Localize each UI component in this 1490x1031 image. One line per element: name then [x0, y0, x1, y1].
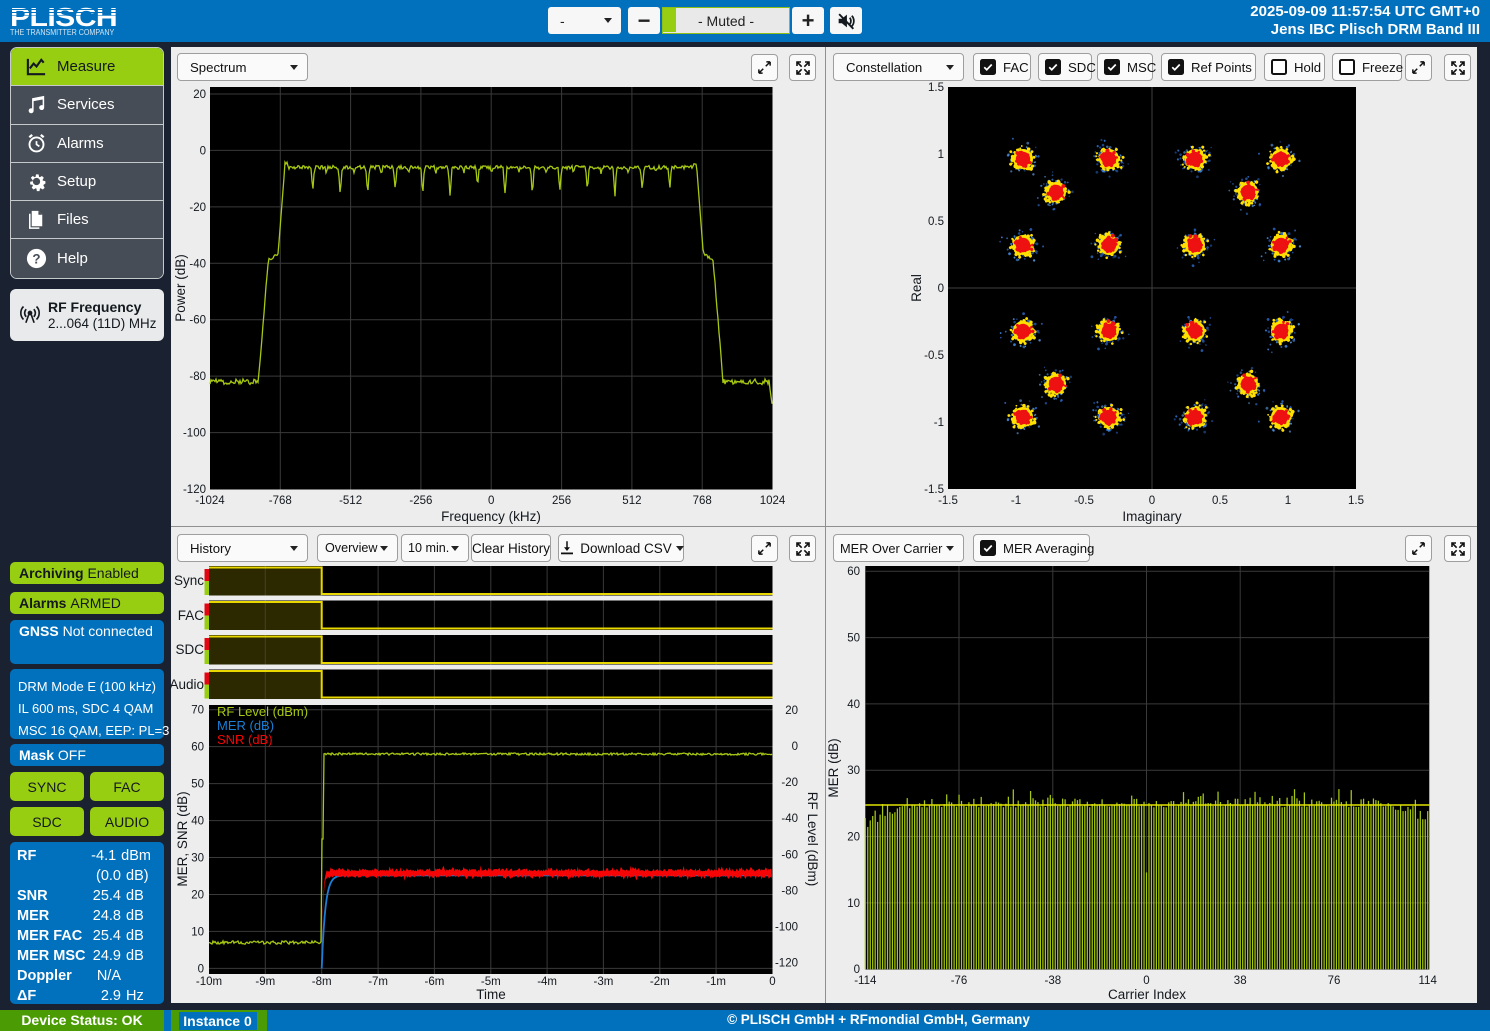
svg-text:0: 0 — [488, 495, 494, 507]
svg-text:-120: -120 — [775, 958, 798, 970]
svg-text:0: 0 — [792, 741, 798, 753]
svg-text:-1: -1 — [934, 417, 944, 429]
svg-text:-100: -100 — [775, 922, 798, 934]
svg-text:0: 0 — [1149, 495, 1155, 507]
svg-text:0: 0 — [769, 976, 775, 988]
svg-text:50: 50 — [191, 779, 204, 791]
svg-text:-1024: -1024 — [195, 495, 225, 507]
svg-text:-1m: -1m — [706, 976, 726, 988]
svg-text:60: 60 — [847, 566, 860, 578]
svg-text:70: 70 — [191, 705, 204, 717]
svg-text:-4m: -4m — [537, 976, 557, 988]
svg-text:MER (dB): MER (dB) — [826, 738, 841, 797]
svg-text:-256: -256 — [409, 495, 432, 507]
svg-text:-80: -80 — [189, 371, 206, 383]
svg-text:76: 76 — [1328, 975, 1341, 987]
svg-text:-512: -512 — [339, 495, 362, 507]
svg-text:?: ? — [32, 251, 40, 266]
svg-text:40: 40 — [191, 816, 204, 828]
svg-text:256: 256 — [552, 495, 571, 507]
svg-text:1: 1 — [938, 149, 944, 161]
svg-text:-1.5: -1.5 — [938, 495, 958, 507]
svg-text:20: 20 — [785, 705, 798, 717]
svg-text:RF Level (dBm): RF Level (dBm) — [217, 704, 308, 719]
svg-text:-38: -38 — [1044, 975, 1061, 987]
svg-text:20: 20 — [193, 89, 206, 101]
svg-text:1024: 1024 — [760, 495, 786, 507]
svg-text:-60: -60 — [189, 315, 206, 327]
svg-text:-114: -114 — [854, 975, 877, 987]
svg-text:Imaginary: Imaginary — [1122, 509, 1182, 524]
svg-text:512: 512 — [622, 495, 641, 507]
svg-text:40: 40 — [847, 699, 860, 711]
svg-text:0: 0 — [200, 145, 206, 157]
svg-text:FAC: FAC — [178, 608, 205, 623]
svg-text:SNR (dB): SNR (dB) — [217, 732, 273, 747]
svg-text:-76: -76 — [951, 975, 968, 987]
svg-text:-9m: -9m — [255, 976, 275, 988]
svg-text:-40: -40 — [781, 813, 798, 825]
svg-text:SDC: SDC — [175, 642, 204, 657]
svg-text:-1: -1 — [1011, 495, 1021, 507]
svg-text:50: 50 — [847, 633, 860, 645]
svg-text:10: 10 — [191, 926, 204, 938]
svg-text:0: 0 — [938, 283, 944, 295]
svg-text:-20: -20 — [189, 202, 206, 214]
svg-text:Time: Time — [476, 987, 506, 1002]
svg-text:768: 768 — [693, 495, 712, 507]
svg-text:-6m: -6m — [424, 976, 444, 988]
svg-text:Frequency (kHz): Frequency (kHz) — [441, 509, 541, 524]
svg-text:20: 20 — [191, 890, 204, 902]
svg-text:-20: -20 — [781, 777, 798, 789]
svg-text:0.5: 0.5 — [928, 216, 944, 228]
svg-text:0: 0 — [1143, 975, 1149, 987]
svg-text:30: 30 — [191, 853, 204, 865]
svg-text:-768: -768 — [269, 495, 292, 507]
svg-text:Carrier Index: Carrier Index — [1108, 987, 1186, 1002]
svg-text:-0.5: -0.5 — [924, 350, 944, 362]
svg-text:MER (dB): MER (dB) — [217, 718, 274, 733]
svg-text:-40: -40 — [189, 258, 206, 270]
svg-text:0.5: 0.5 — [1212, 495, 1228, 507]
svg-text:Real: Real — [909, 274, 924, 302]
svg-text:-0.5: -0.5 — [1074, 495, 1094, 507]
svg-text:-3m: -3m — [593, 976, 613, 988]
svg-text:114: 114 — [1419, 975, 1438, 987]
svg-text:-100: -100 — [183, 428, 206, 440]
svg-text:1.5: 1.5 — [1348, 495, 1364, 507]
svg-text:10: 10 — [847, 898, 860, 910]
svg-text:RF Level (dBm): RF Level (dBm) — [805, 792, 820, 887]
svg-text:38: 38 — [1234, 975, 1247, 987]
svg-text:20: 20 — [847, 832, 860, 844]
svg-text:-60: -60 — [781, 849, 798, 861]
svg-text:MER, SNR (dB): MER, SNR (dB) — [175, 791, 190, 886]
svg-text:-8m: -8m — [312, 976, 332, 988]
svg-text:Sync: Sync — [174, 573, 204, 588]
svg-text:-80: -80 — [781, 885, 798, 897]
svg-text:-7m: -7m — [368, 976, 388, 988]
svg-text:-2m: -2m — [650, 976, 670, 988]
svg-text:Audio: Audio — [169, 677, 204, 692]
svg-text:-10m: -10m — [196, 976, 222, 988]
svg-text:30: 30 — [847, 765, 860, 777]
svg-text:1: 1 — [1285, 495, 1291, 507]
svg-text:0: 0 — [198, 963, 204, 975]
svg-text:Power (dB): Power (dB) — [173, 254, 188, 322]
svg-text:60: 60 — [191, 742, 204, 754]
svg-text:1.5: 1.5 — [928, 82, 944, 94]
